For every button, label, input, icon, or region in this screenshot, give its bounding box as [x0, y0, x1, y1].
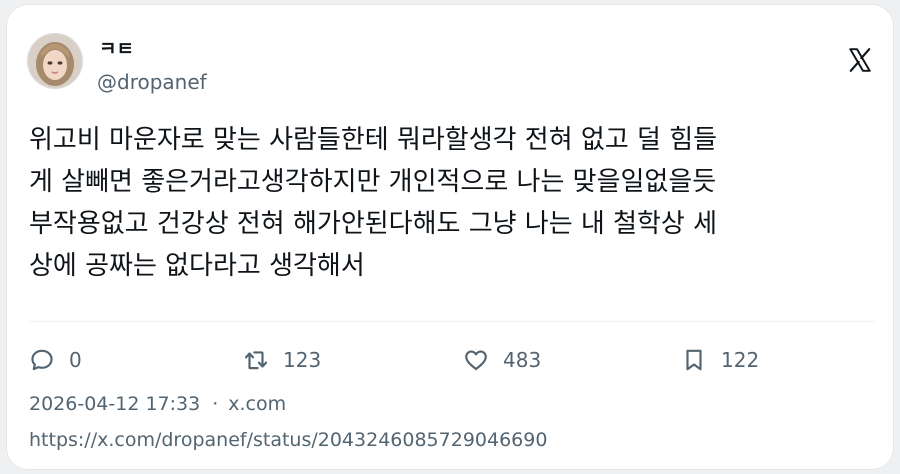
bookmark-count: 122: [721, 348, 760, 372]
heart-icon: [465, 350, 487, 371]
like-button[interactable]: 483: [463, 345, 541, 375]
post-text-line: 부작용없고 건강상 전혀 해가안된다해도 그냥 나는 내 철학상 세: [29, 209, 718, 239]
x-logo-icon[interactable]: [847, 47, 873, 73]
repost-arrows-icon: [244, 351, 268, 370]
reply-button[interactable]: 0: [29, 345, 82, 375]
like-count: 483: [503, 348, 542, 372]
post-text-line: 위고비 마운자로 맞는 사람들한테 뭐라할생각 전혀 없고 덜 힘들: [29, 125, 718, 155]
bookmark-icon: [686, 349, 702, 371]
post-card: ㅋㅌ @dropanef 위고비 마운자로 맞는 사람들한테 뭐라할생각 전혀 …: [6, 4, 894, 470]
post-source[interactable]: x.com: [228, 393, 286, 415]
post-meta: 2026-04-12 17:33 · x.com: [29, 391, 286, 417]
post-text-line: 게 살빼면 좋은거라고생각하지만 개인적으로 나는 맞을일없을듯: [29, 167, 717, 197]
repost-count: 123: [283, 348, 322, 372]
separator-dot: ·: [212, 393, 219, 415]
reply-count: 0: [69, 348, 82, 372]
bookmark-button[interactable]: 122: [681, 345, 759, 375]
post-text-line: 상에 공짜는 없다라고 생각해서: [29, 251, 365, 281]
post-text: 위고비 마운자로 맞는 사람들한테 뭐라할생각 전혀 없고 덜 힘들 게 살빼면…: [29, 119, 879, 287]
divider: [29, 321, 875, 322]
reply-bubble-icon: [31, 349, 53, 371]
post-url[interactable]: https://x.com/dropanef/status/2043246085…: [29, 427, 547, 453]
display-name[interactable]: ㅋㅌ: [99, 37, 134, 61]
repost-button[interactable]: 123: [243, 345, 321, 375]
post-timestamp[interactable]: 2026-04-12 17:33: [29, 393, 200, 415]
avatar[interactable]: [27, 33, 83, 89]
user-handle[interactable]: @dropanef: [97, 69, 207, 95]
avatar-image: [28, 34, 82, 88]
